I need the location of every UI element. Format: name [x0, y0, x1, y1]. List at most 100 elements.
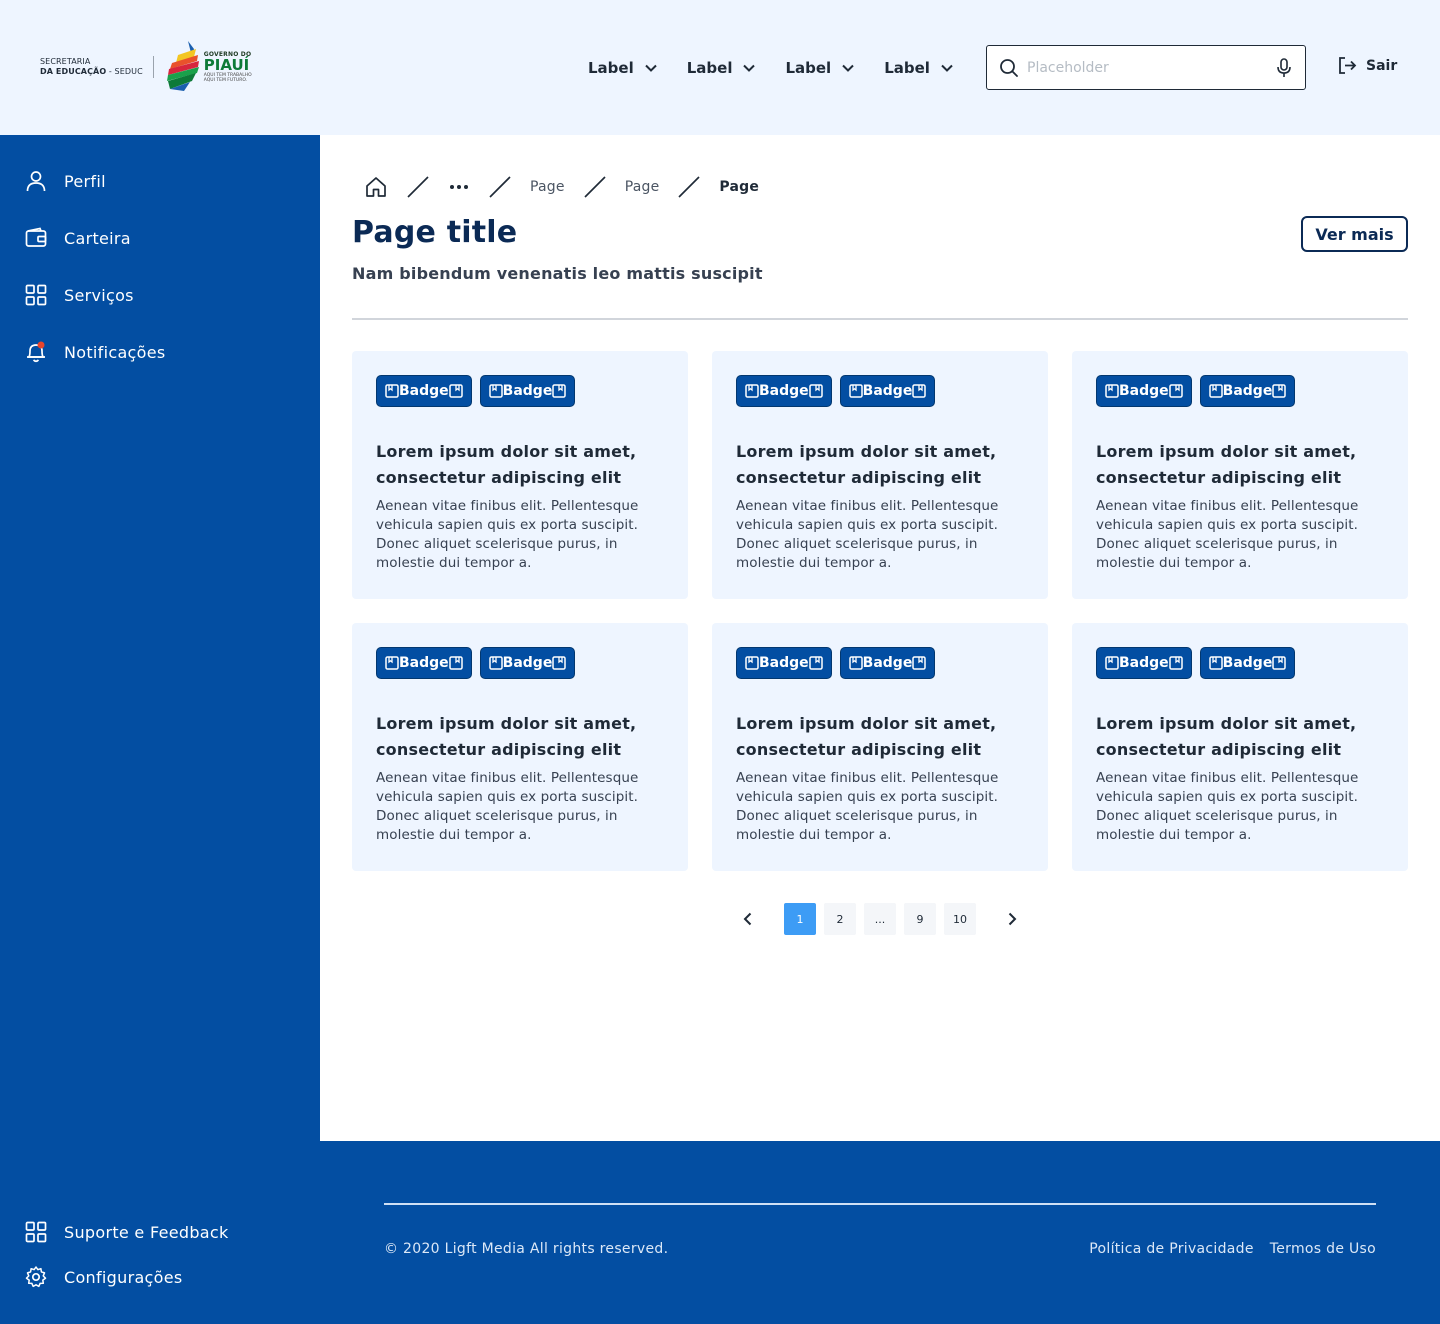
piaui-map-icon [166, 41, 199, 91]
logo-divider [152, 56, 154, 78]
grid-icon [25, 1221, 47, 1243]
breadcrumb: Page Page Page [364, 175, 759, 199]
sidebar-item-configuracoes[interactable]: Configurações [24, 1265, 183, 1289]
badge-left-icon [385, 656, 399, 670]
slash-separator-icon [489, 176, 511, 198]
badge-right-icon [552, 384, 567, 398]
sidebar-item-servicos[interactable]: Serviços [24, 283, 134, 307]
sidebar-item-suporte[interactable]: Suporte e Feedback [24, 1220, 229, 1244]
badge-right-icon [448, 656, 463, 670]
badge-right-icon [808, 656, 823, 670]
pagination-page-2[interactable]: 2 [824, 903, 856, 935]
sidebar: Perfil Carteira Serviços Notificações Su… [0, 135, 320, 1324]
card-title: Lorem ipsum dolor sit amet, consectetur … [1096, 714, 1357, 759]
badge-left-icon [745, 384, 759, 398]
search-box [986, 45, 1306, 90]
logo-secretaria-text: SECRETARIA DA EDUCAÇÃO - SEDUC [40, 57, 143, 76]
breadcrumb-link[interactable]: Page [625, 179, 660, 195]
pagination-ellipsis: ... [864, 903, 896, 935]
page-subtitle: Nam bibendum venenatis leo mattis suscip… [352, 264, 763, 283]
nav-label: Label [588, 59, 634, 77]
badge: Badge [839, 647, 936, 679]
badge-label: Badge [862, 383, 913, 399]
badge-label: Badge [399, 655, 449, 671]
logout-icon [1339, 57, 1357, 74]
card[interactable]: Badge Badge Lorem ipsum dolor sit amet, … [352, 623, 688, 871]
microphone-icon[interactable] [1275, 57, 1293, 78]
badge: Badge [376, 647, 472, 679]
sidebar-item-label: Configurações [64, 1267, 183, 1287]
logout-button[interactable]: Sair [1338, 56, 1397, 75]
badge-left-icon [745, 656, 759, 670]
nav-dropdown-2[interactable]: Label [687, 52, 757, 84]
badge-left-icon [488, 384, 503, 398]
badge-left-icon [1208, 384, 1223, 398]
privacy-policy-link[interactable]: Política de Privacidade [1089, 1241, 1254, 1257]
sidebar-item-label: Suporte e Feedback [64, 1222, 229, 1242]
badge-right-icon [1272, 384, 1287, 398]
slash-separator-icon [584, 176, 606, 198]
badge: Badge [736, 647, 832, 679]
nav-dropdown-3[interactable]: Label [785, 52, 855, 84]
badge-label: Badge [1119, 383, 1169, 399]
pagination: 1 2 ... 9 10 [728, 901, 1032, 937]
badge-label: Badge [759, 383, 809, 399]
sidebar-item-notificacoes[interactable]: Notificações [24, 340, 166, 364]
pagination-page-1[interactable]: 1 [784, 903, 816, 935]
more-horizontal-icon[interactable] [448, 175, 470, 199]
badge-right-icon [808, 384, 823, 398]
logo-governo-text: GOVERNO DO PIAUÍ AQUI TEM TRABALHO AQUI … [203, 51, 252, 83]
badge-right-icon [448, 384, 463, 398]
badge-right-icon [1272, 656, 1287, 670]
sidebar-item-label: Notificações [64, 342, 166, 362]
breadcrumb-current: Page [719, 179, 760, 195]
badge-left-icon [1105, 384, 1119, 398]
badge-label: Badge [759, 655, 809, 671]
card[interactable]: Badge Badge Lorem ipsum dolor sit amet, … [712, 623, 1048, 871]
card-text: Aenean vitae finibus elit. Pellentesque … [736, 498, 999, 571]
card-text: Aenean vitae finibus elit. Pellentesque … [376, 498, 639, 571]
user-icon [26, 171, 46, 192]
badge-right-icon [912, 656, 927, 670]
wallet-icon [25, 227, 47, 247]
badge-left-icon [848, 384, 863, 398]
card-badges: Badge Badge [1096, 647, 1384, 679]
search-input[interactable] [1027, 59, 1275, 76]
chevron-down-icon [941, 64, 953, 72]
pagination-page-9[interactable]: 9 [904, 903, 936, 935]
badge: Badge [479, 375, 576, 407]
card-text: Aenean vitae finibus elit. Pellentesque … [1096, 498, 1359, 571]
card[interactable]: Badge Badge Lorem ipsum dolor sit amet, … [1072, 351, 1408, 599]
sidebar-item-label: Perfil [64, 171, 106, 191]
badge-label: Badge [502, 655, 553, 671]
badge: Badge [1096, 375, 1192, 407]
ver-mais-button[interactable]: Ver mais [1301, 216, 1408, 252]
sidebar-item-perfil[interactable]: Perfil [24, 169, 106, 193]
breadcrumb-link[interactable]: Page [530, 179, 565, 195]
pagination-page-10[interactable]: 10 [944, 903, 976, 935]
badge-left-icon [385, 384, 399, 398]
pagination-next-button[interactable] [992, 901, 1032, 937]
card-grid: Badge Badge Lorem ipsum dolor sit amet, … [352, 351, 1408, 871]
card[interactable]: Badge Badge Lorem ipsum dolor sit amet, … [352, 351, 688, 599]
seduc-piaui-logo[interactable]: SECRETARIA DA EDUCAÇÃO - SEDUC GOVERNO D… [40, 38, 252, 96]
chevron-left-icon [743, 912, 752, 926]
card[interactable]: Badge Badge Lorem ipsum dolor sit amet, … [1072, 623, 1408, 871]
badge-left-icon [1105, 656, 1119, 670]
sidebar-item-carteira[interactable]: Carteira [24, 226, 131, 250]
nav-dropdown-4[interactable]: Label [884, 52, 954, 84]
badge-label: Badge [1222, 383, 1273, 399]
card-title: Lorem ipsum dolor sit amet, consectetur … [736, 442, 997, 487]
badge-left-icon [848, 656, 863, 670]
badge-left-icon [488, 656, 503, 670]
copyright-text: © 2020 Ligft Media All rights reserved. [384, 1241, 669, 1257]
slash-separator-icon [407, 176, 429, 198]
home-icon[interactable] [364, 175, 388, 199]
main-content: Page Page Page Page title Nam bibendum v… [320, 135, 1440, 1141]
pagination-prev-button[interactable] [728, 901, 768, 937]
terms-of-use-link[interactable]: Termos de Uso [1270, 1241, 1376, 1257]
card[interactable]: Badge Badge Lorem ipsum dolor sit amet, … [712, 351, 1048, 599]
badge: Badge [736, 375, 832, 407]
nav-dropdown-1[interactable]: Label [588, 52, 658, 84]
chevron-down-icon [645, 64, 657, 72]
